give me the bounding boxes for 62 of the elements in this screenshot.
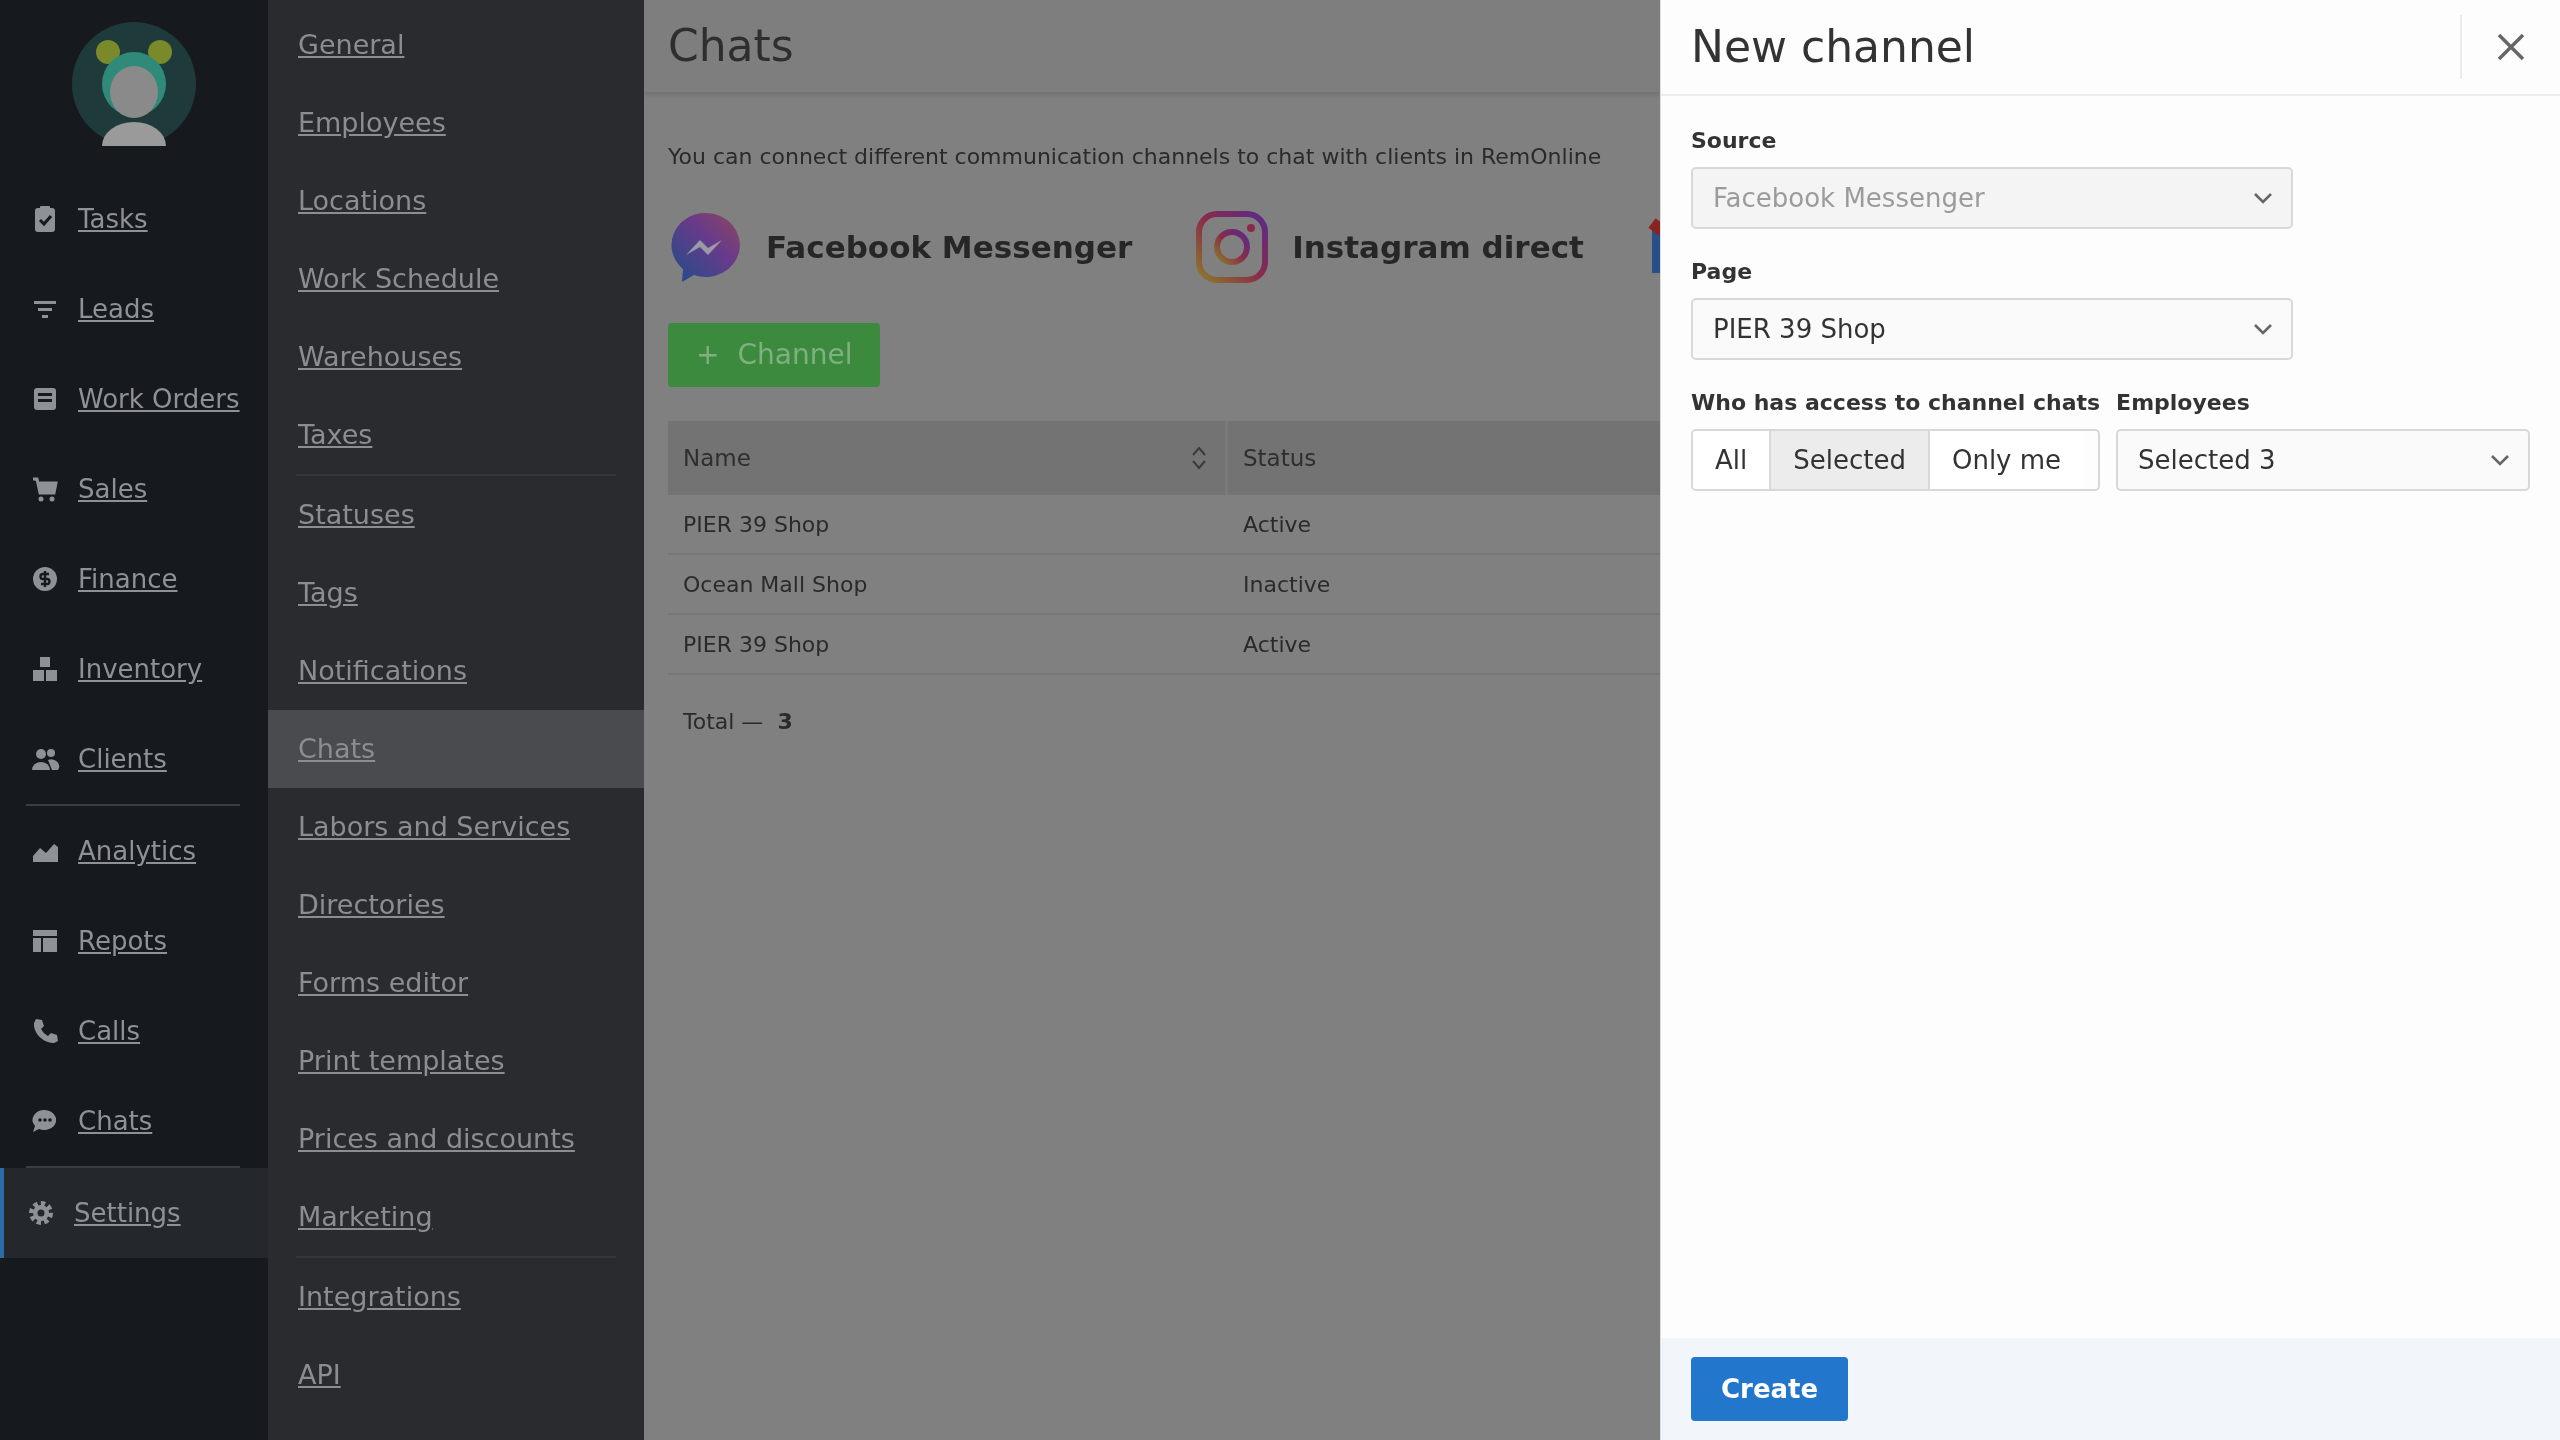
sidebar-item[interactable]: Tasks <box>0 174 268 264</box>
settings-menu-item[interactable]: Notifications <box>268 632 644 710</box>
settings-menu-item[interactable]: Taxes <box>268 396 644 474</box>
field-label: Page <box>1691 258 1754 286</box>
sidebar-item[interactable]: Sales <box>0 444 268 534</box>
settings-menu-item[interactable]: Tags <box>268 554 644 632</box>
settings-menu-item[interactable]: Forms editor <box>268 944 644 1022</box>
page-title: Chats <box>668 19 794 73</box>
sort-icon <box>1191 445 1207 471</box>
source-name: Facebook Messenger <box>766 227 1133 267</box>
settings-menu-item[interactable]: Locations <box>268 162 644 240</box>
settings-menu-item[interactable]: Print templates <box>268 1022 644 1100</box>
sidebar-item[interactable]: Clients <box>0 714 268 804</box>
sidebar-item[interactable]: Leads <box>0 264 268 354</box>
sidebar-item[interactable]: Chats <box>0 1076 268 1166</box>
dollar-icon <box>30 564 60 594</box>
settings-menu-item[interactable]: Statuses <box>268 476 644 554</box>
table-cell-text: Active <box>1242 630 1313 659</box>
page-select[interactable]: PIER 39 Shop <box>1691 298 2293 360</box>
sidebar-item[interactable]: Calls <box>0 986 268 1076</box>
table-cell-text: Ocean Mall Shop <box>682 570 869 599</box>
total-label: Total — <box>683 708 764 736</box>
field-label: Source <box>1691 127 1778 155</box>
description-text: You can connect different communication channels to chat with clients in RemOnline <box>668 143 1603 171</box>
settings-menu-item[interactable]: Integrations <box>268 1258 644 1336</box>
field-label: Who has access to channel chats <box>1691 389 2101 417</box>
settings-menu-item[interactable]: Directories <box>268 866 644 944</box>
settings-menu-item[interactable]: Work Schedule <box>268 240 644 318</box>
close-icon <box>2496 32 2526 62</box>
gear-icon <box>26 1198 56 1228</box>
settings-menu-item[interactable]: Warehouses <box>268 318 644 396</box>
settings-menu-item[interactable]: Chats <box>268 710 644 788</box>
settings-menu-item[interactable]: Labors and Services <box>268 788 644 866</box>
settings-menu-item[interactable]: Marketing <box>268 1178 644 1256</box>
create-button[interactable]: Create <box>1691 1357 1849 1421</box>
access-option[interactable]: Selected <box>1769 431 1928 489</box>
table-cell-text: PIER 39 Shop <box>682 630 831 659</box>
sidebar-item[interactable]: Finance <box>0 534 268 624</box>
table-cell-text: Active <box>1242 510 1313 539</box>
panel-title: New channel <box>1691 20 1977 74</box>
settings-menu-item[interactable]: API <box>268 1336 644 1414</box>
field-label: Employees <box>2116 389 2251 417</box>
boxes-icon <box>30 654 60 684</box>
settings-menu-item[interactable]: Employees <box>268 84 644 162</box>
sidebar-item[interactable]: Repots <box>0 896 268 986</box>
sidebar-item[interactable]: Inventory <box>0 624 268 714</box>
column-header[interactable]: Name <box>668 421 1228 495</box>
chevron-down-icon <box>2253 323 2273 335</box>
chevron-down-icon <box>2490 454 2510 466</box>
sidebar-item[interactable]: Work Orders <box>0 354 268 444</box>
table-cell-text: Inactive <box>1242 570 1332 599</box>
settings-menu-item[interactable]: Prices and discounts <box>268 1100 644 1178</box>
sidebar-item[interactable]: Settings <box>0 1168 268 1258</box>
settings-menu-item[interactable]: General <box>268 6 644 84</box>
chevron-down-icon <box>2253 192 2273 204</box>
employees-select[interactable]: Selected 3 <box>2116 429 2530 491</box>
table-cell-text: PIER 39 Shop <box>682 510 831 539</box>
total-value: 3 <box>777 708 793 736</box>
instagram-icon <box>1194 209 1271 285</box>
column-header[interactable]: Status <box>1228 421 1660 495</box>
sidebar-item[interactable]: Analytics <box>0 806 268 896</box>
source-name: Instagram direct <box>1292 227 1584 267</box>
